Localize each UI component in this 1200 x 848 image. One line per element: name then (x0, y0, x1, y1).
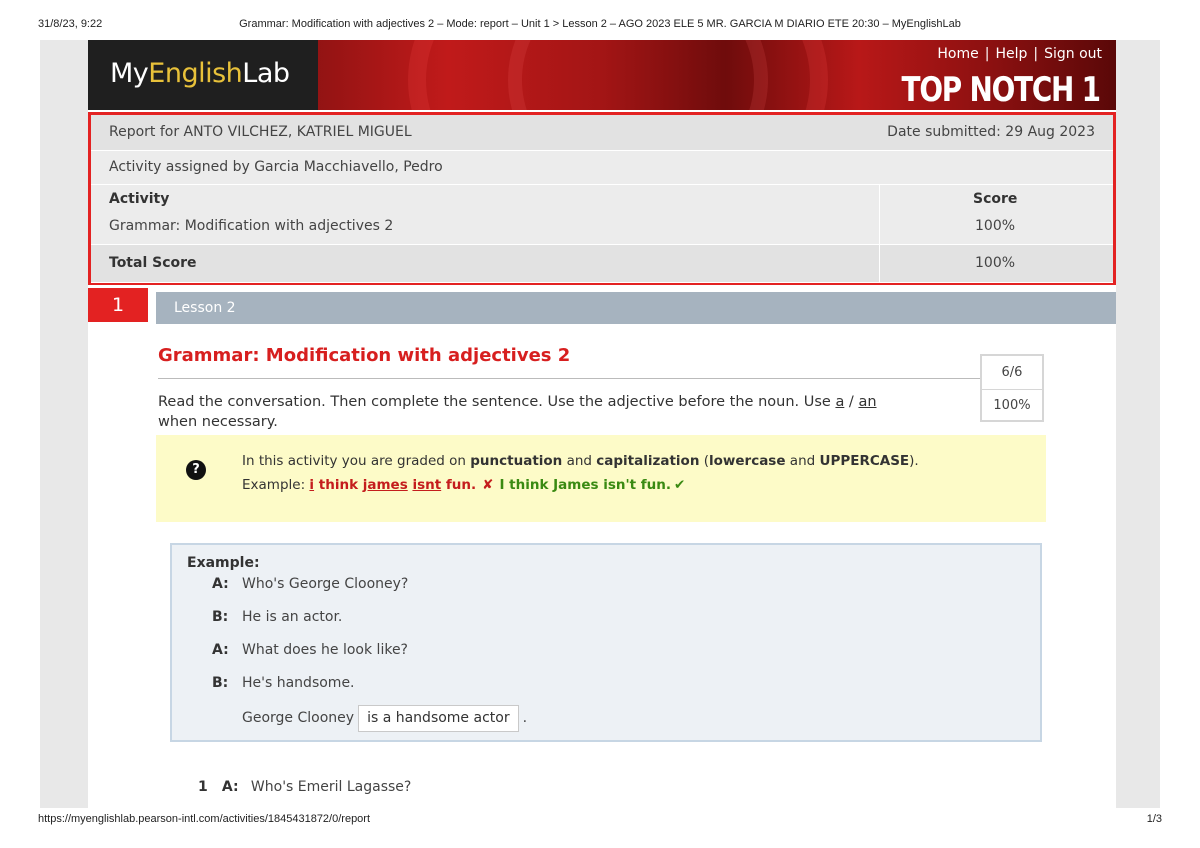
question-score-box: 6/6 100% (980, 354, 1044, 422)
wrong-example: i think james isnt fun. (309, 477, 476, 493)
answer-prefix: George Clooney (242, 710, 355, 726)
top-navigation: Home | Help | Sign out (937, 46, 1102, 62)
instructions-an: an (858, 394, 877, 410)
dialogue-text: What does he look like? (242, 642, 408, 658)
instructions-text-end: when necessary. (158, 414, 278, 430)
activity-row: Activity Grammar: Modification with adje… (91, 185, 1113, 245)
note-paren-open: ( (699, 453, 709, 469)
note-paren-close: ). (909, 453, 919, 469)
report-summary: Report for ANTO VILCHEZ, KATRIEL MIGUEL … (88, 112, 1116, 285)
print-page-number: 1/3 (1146, 813, 1162, 825)
speaker-label: A: (221, 779, 239, 795)
print-title: Grammar: Modification with adjectives 2 … (239, 18, 961, 30)
note-lowercase: lowercase (709, 453, 786, 469)
answer-field[interactable]: is a handsome actor (358, 705, 519, 732)
logo-my: My (110, 58, 149, 89)
cross-icon: ✘ (482, 477, 494, 493)
dialogue-line: B: He is an actor. (212, 609, 342, 625)
grading-example-line: Example: i think james isnt fun. ✘ I think… (242, 477, 685, 493)
instructions: Read the conversation. Then complete the… (158, 392, 878, 432)
home-link[interactable]: Home (937, 46, 978, 62)
speaker-label: B: (212, 675, 229, 691)
nav-separator: | (1033, 46, 1039, 62)
wrong-james: james (362, 477, 408, 493)
report-header-row: Report for ANTO VILCHEZ, KATRIEL MIGUEL … (91, 115, 1113, 151)
sign-out-link[interactable]: Sign out (1044, 46, 1102, 62)
activity-title: Grammar: Modification with adjectives 2 (158, 345, 571, 366)
speaker-label: A: (212, 576, 229, 592)
logo-english: English (148, 58, 243, 89)
activity-name: Grammar: Modification with adjectives 2 (109, 218, 394, 234)
print-url: https://myenglishlab.pearson-intl.com/ac… (38, 813, 371, 825)
check-icon: ✔ (674, 477, 686, 493)
total-score-value: 100% (975, 255, 1016, 271)
banner: MyEnglishLab Home | Help | Sign out TOP NOTC… (88, 40, 1116, 110)
print-header: 31/8/23, 9:22 Grammar: Modification with… (0, 18, 1200, 34)
note-and: and (562, 453, 597, 469)
activity-header: Activity (109, 191, 170, 207)
question-number: 1 (88, 288, 148, 322)
help-icon[interactable]: ? (186, 460, 206, 480)
item-number: 1 (198, 779, 208, 795)
score-percent: 100% (993, 398, 1031, 413)
speaker-label: B: (212, 609, 229, 625)
title-divider (158, 378, 980, 379)
dialogue-text: Who's George Clooney? (242, 576, 409, 592)
wrong-think: think (314, 477, 363, 493)
total-score-label: Total Score (109, 255, 197, 271)
score-header: Score (973, 191, 1018, 207)
instructions-slash: / (844, 394, 859, 410)
dialogue-line: A: What does he look like? (212, 642, 408, 658)
answer-suffix: . (522, 710, 528, 726)
dialogue-text: Who's Emeril Lagasse? (250, 779, 412, 795)
note-and-2: and (785, 453, 820, 469)
score-box-divider (982, 389, 1042, 390)
score-fraction: 6/6 (1001, 365, 1023, 380)
speaker-label: A: (212, 642, 229, 658)
myenglishlab-logo[interactable]: MyEnglishLab (110, 58, 290, 89)
date-submitted: Date submitted: 29 Aug 2023 (887, 124, 1095, 140)
example-answer-line: George Clooney is a handsome actor. (242, 705, 527, 732)
wrong-fun: fun. (441, 477, 477, 493)
note-text: In this activity you are graded on (242, 453, 471, 469)
instructions-text: Read the conversation. Then complete the… (158, 394, 836, 410)
help-link[interactable]: Help (995, 46, 1027, 62)
grading-note: ? In this activity you are graded on pun… (156, 435, 1046, 522)
example-box: Example: A: Who's George Clooney? B: He is… (170, 543, 1042, 742)
note-punctuation: punctuation (470, 453, 563, 469)
correct-example: I think James isn't fun. (499, 477, 672, 493)
grading-note-line: In this activity you are graded on punct… (242, 453, 919, 469)
total-score-row: Total Score 100% (91, 245, 1113, 283)
note-capitalization: capitalization (596, 453, 700, 469)
course-title: TOP NOTCH 1 (901, 70, 1102, 110)
question-1-line: 1 A: Who's Emeril Lagasse? (198, 779, 411, 795)
logo-lab: Lab (242, 58, 290, 89)
logo-area: MyEnglishLab (88, 40, 318, 110)
banner-swirl-decoration-2 (508, 40, 768, 110)
assigned-by-row: Activity assigned by Garcia Macchiavello… (91, 151, 1113, 185)
example-heading: Example: (187, 555, 260, 571)
lesson-label: Lesson 2 (174, 300, 236, 316)
example-label: Example: (242, 477, 310, 493)
dialogue-line: A: Who's George Clooney? (212, 576, 408, 592)
activity-score: 100% (975, 218, 1016, 234)
print-footer: https://myenglishlab.pearson-intl.com/ac… (0, 813, 1200, 829)
nav-separator: | (984, 46, 990, 62)
dialogue-text: He's handsome. (242, 675, 355, 691)
report-for: Report for ANTO VILCHEZ, KATRIEL MIGUEL (109, 124, 412, 140)
dialogue-line: B: He's handsome. (212, 675, 355, 691)
dialogue-text: He is an actor. (242, 609, 343, 625)
instructions-a: a (835, 394, 845, 410)
score-column-divider (879, 185, 880, 283)
assigned-by: Activity assigned by Garcia Macchiavello… (109, 159, 443, 175)
wrong-isnt: isnt (412, 477, 442, 493)
lesson-bar: Lesson 2 (156, 292, 1116, 324)
report-page: MyEnglishLab Home | Help | Sign out TOP NOTC… (88, 40, 1116, 808)
note-uppercase: UPPERCASE (819, 453, 910, 469)
